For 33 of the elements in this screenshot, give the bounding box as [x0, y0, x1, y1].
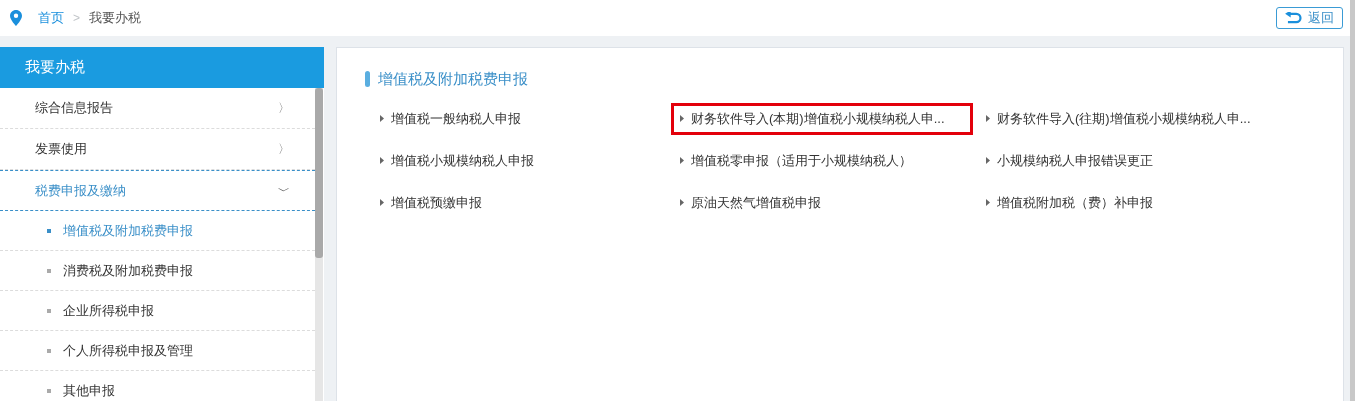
scrollbar-track[interactable]: [315, 88, 323, 401]
back-button[interactable]: 返回: [1276, 7, 1343, 29]
link[interactable]: 增值税预缴申报: [371, 186, 671, 219]
triangle-icon: [380, 199, 384, 206]
breadcrumb-current: 我要办税: [89, 9, 141, 28]
return-arrow-icon: [1285, 11, 1302, 25]
link[interactable]: 原油天然气增值税申报: [671, 186, 977, 219]
scrollbar-thumb[interactable]: [315, 88, 323, 258]
triangle-icon: [680, 199, 684, 206]
link[interactable]: 增值税小规模纳税人申报: [371, 144, 671, 177]
triangle-icon: [680, 157, 684, 164]
expand-arrow-icon: 〉: [278, 140, 290, 158]
link[interactable]: 增值税零申报（适用于小规模纳税人）: [671, 144, 977, 177]
triangle-icon: [986, 157, 990, 164]
scrollbar[interactable]: [1350, 0, 1355, 401]
triangle-icon: [986, 115, 990, 122]
link[interactable]: 增值税附加税（费）补申报: [977, 186, 1277, 219]
link[interactable]: 财务软件导入(往期)增值税小规模纳税人申...: [977, 102, 1277, 135]
triangle-icon: [380, 115, 384, 122]
collapse-arrow-icon: ﹀: [278, 181, 290, 200]
triangle-icon: [986, 199, 990, 206]
triangle-icon: [380, 157, 384, 164]
breadcrumb-separator: >: [73, 10, 80, 27]
triangle-icon: [680, 115, 684, 122]
link[interactable]: 小规模纳税人申报错误更正: [977, 144, 1277, 177]
heading-bar-icon: [365, 71, 370, 88]
link[interactable]: 增值税一般纳税人申报: [371, 102, 671, 135]
breadcrumb-link[interactable]: 首页: [38, 8, 64, 28]
expand-arrow-icon: 〉: [278, 99, 290, 117]
sidebar-title: 我要办税: [0, 47, 324, 88]
section-title: 增值税及附加税费申报: [378, 69, 528, 89]
map-pin-icon: [10, 10, 22, 26]
link[interactable]: 财务软件导入(本期)增值税小规模纳税人申...: [671, 102, 973, 135]
